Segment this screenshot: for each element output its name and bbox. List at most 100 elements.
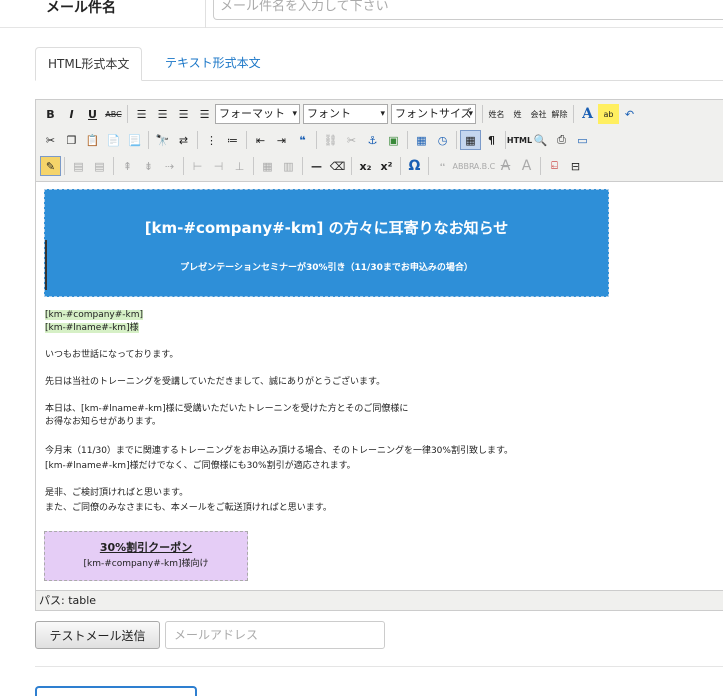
unlink-icon[interactable]: ✂ bbox=[341, 130, 362, 150]
test-email-address-input[interactable] bbox=[165, 621, 385, 649]
insert-lastname-tag-button[interactable]: 姓 bbox=[507, 104, 528, 124]
link-icon[interactable]: ⛓ bbox=[320, 130, 341, 150]
insert-row-before-icon[interactable]: ⇞ bbox=[117, 156, 138, 176]
visual-aid-icon[interactable]: ▦ bbox=[460, 130, 481, 150]
toolbar-separator bbox=[456, 131, 457, 149]
del-icon[interactable]: A bbox=[495, 156, 516, 176]
remove-format-icon[interactable]: ⌫ bbox=[327, 156, 348, 176]
paragraph-2-line-1: 今月末（11/30）までに関連するトレーニングをお申込み頂ける場合、そのトレーニ… bbox=[45, 446, 514, 456]
insert-company-tag-button[interactable]: 会社 bbox=[528, 104, 549, 124]
edit-mode-icon[interactable]: ✎ bbox=[40, 156, 61, 176]
insert-col-before-icon[interactable]: ⊢ bbox=[187, 156, 208, 176]
primary-action-button[interactable] bbox=[35, 686, 197, 696]
coupon-box: 30%割引クーポン [km-#company#-km]様向け bbox=[44, 531, 248, 581]
toolbar-separator bbox=[400, 157, 401, 175]
delete-col-icon[interactable]: ⊥ bbox=[229, 156, 250, 176]
split-cells-icon[interactable]: ▦ bbox=[257, 156, 278, 176]
editor-content-area[interactable]: [km-#company#-km] の方々に耳寄りなお知らせ プレゼンテーション… bbox=[36, 181, 723, 590]
banner-title: [km-#company#-km] の方々に耳寄りなお知らせ bbox=[144, 219, 509, 237]
align-center-icon[interactable]: ☰ bbox=[152, 104, 173, 124]
toolbar-separator bbox=[316, 131, 317, 149]
fullscreen-icon[interactable]: ▭ bbox=[572, 130, 593, 150]
toolbar-row-1: B I U ABC ☰ ☰ ☰ ☰ フォーマット フォント フォントサイズ 姓名… bbox=[40, 103, 640, 125]
merge-cells-icon[interactable]: ▥ bbox=[278, 156, 299, 176]
tab-html-body[interactable]: HTML形式本文 bbox=[35, 47, 143, 81]
toolbar-separator bbox=[246, 131, 247, 149]
paste-word-icon[interactable]: 📃 bbox=[124, 130, 145, 150]
align-justify-icon[interactable]: ☰ bbox=[194, 104, 215, 124]
toolbar-separator bbox=[197, 131, 198, 149]
subject-input[interactable] bbox=[213, 0, 723, 20]
italic-button[interactable]: I bbox=[61, 104, 82, 124]
toolbar-separator bbox=[253, 157, 254, 175]
superscript-button[interactable]: x² bbox=[376, 156, 397, 176]
align-left-icon[interactable]: ☰ bbox=[131, 104, 152, 124]
font-color-button[interactable]: A bbox=[577, 104, 598, 124]
insert-date-icon[interactable]: ▦ bbox=[411, 130, 432, 150]
copy-icon[interactable]: ❐ bbox=[61, 130, 82, 150]
cell-props-icon[interactable]: ▤ bbox=[89, 156, 110, 176]
subject-divider bbox=[205, 0, 206, 28]
bold-button[interactable]: B bbox=[40, 104, 61, 124]
underline-button[interactable]: U bbox=[82, 104, 103, 124]
horizontal-rule-icon[interactable]: — bbox=[306, 156, 327, 176]
cite-icon[interactable]: ❛❛ bbox=[432, 156, 453, 176]
delete-row-icon[interactable]: ⇢ bbox=[159, 156, 180, 176]
blockquote-icon[interactable]: ❝ bbox=[292, 130, 313, 150]
bullet-list-icon[interactable]: ⋮ bbox=[201, 130, 222, 150]
html-source-button[interactable]: HTML bbox=[507, 130, 532, 150]
paste-icon[interactable]: 📋 bbox=[82, 130, 103, 150]
cut-icon[interactable]: ✂ bbox=[40, 130, 61, 150]
table-props-icon[interactable]: ▤ bbox=[68, 156, 89, 176]
subject-row: メール件名 bbox=[0, 0, 723, 28]
acronym-icon[interactable]: A.B.C bbox=[474, 156, 496, 176]
strikethrough-button[interactable]: ABC bbox=[103, 104, 124, 124]
insert-col-after-icon[interactable]: ⊣ bbox=[208, 156, 229, 176]
format-select[interactable]: フォーマット bbox=[215, 104, 300, 124]
anchor-icon[interactable]: ⚓ bbox=[362, 130, 383, 150]
toolbar-separator bbox=[302, 157, 303, 175]
indent-icon[interactable]: ⇥ bbox=[271, 130, 292, 150]
page-break-icon[interactable]: ⊟ bbox=[565, 156, 586, 176]
preview-icon[interactable]: 🔍 bbox=[530, 130, 551, 150]
insert-unsubscribe-tag-button[interactable]: 解除 bbox=[549, 104, 570, 124]
send-test-email-button[interactable]: テストメール送信 bbox=[35, 621, 160, 649]
insert-time-icon[interactable]: ◷ bbox=[432, 130, 453, 150]
insert-row-after-icon[interactable]: ⇟ bbox=[138, 156, 159, 176]
toolbar-separator bbox=[148, 131, 149, 149]
rich-text-editor: B I U ABC ☰ ☰ ☰ ☰ フォーマット フォント フォントサイズ 姓名… bbox=[35, 99, 723, 611]
numbered-list-icon[interactable]: ≔ bbox=[222, 130, 243, 150]
outdent-icon[interactable]: ⇤ bbox=[250, 130, 271, 150]
paste-text-icon[interactable]: 📄 bbox=[103, 130, 124, 150]
toolbar-row-2: ✂ ❐ 📋 📄 📃 🔭 ⇄ ⋮ ≔ ⇤ ⇥ ❝ ⛓ ✂ ⚓ ▣ ▦ ◷ ▦ ¶ … bbox=[40, 129, 593, 151]
special-char-button[interactable]: Ω bbox=[404, 156, 425, 176]
subject-label: メール件名 bbox=[46, 0, 116, 16]
find-icon[interactable]: 🔭 bbox=[152, 130, 173, 150]
body-format-tabs: HTML形式本文 テキスト形式本文 bbox=[35, 47, 723, 81]
replace-icon[interactable]: ⇄ bbox=[173, 130, 194, 150]
subscript-button[interactable]: x₂ bbox=[355, 156, 376, 176]
name-merge-tag: [km-#lname#-km]様 bbox=[45, 323, 139, 333]
abbr-icon[interactable]: ABBR bbox=[453, 156, 475, 176]
coupon-subtitle: [km-#company#-km]様向け bbox=[83, 559, 209, 569]
tab-text-body[interactable]: テキスト形式本文 bbox=[153, 47, 273, 81]
image-icon[interactable]: ▣ bbox=[383, 130, 404, 150]
paragraph-2-line-2: [km-#lname#-km]様だけでなく、ご同僚様にも30%割引が適応されます… bbox=[45, 461, 356, 471]
align-right-icon[interactable]: ☰ bbox=[173, 104, 194, 124]
toolbar-separator bbox=[482, 105, 483, 123]
toolbar-separator bbox=[183, 157, 184, 175]
ins-icon[interactable]: A bbox=[516, 156, 537, 176]
undo-icon[interactable]: ↶ bbox=[619, 104, 640, 124]
recipient-block: [km-#company#-km] bbox=[45, 309, 144, 322]
paragraph-3-line-1: 是非、ご検討頂ければと思います。 bbox=[45, 488, 189, 498]
font-select[interactable]: フォント bbox=[303, 104, 388, 124]
print-icon[interactable]: ⎙ bbox=[551, 130, 572, 150]
insert-fullname-tag-button[interactable]: 姓名 bbox=[486, 104, 507, 124]
pilcrow-icon[interactable]: ¶ bbox=[481, 130, 502, 150]
paragraph-1-line-2: お得なお知らせがあります。 bbox=[45, 417, 161, 427]
highlight-color-button[interactable]: ab bbox=[598, 104, 619, 124]
font-size-select[interactable]: フォントサイズ bbox=[391, 104, 476, 124]
toolbar-row-3: ✎ ▤ ▤ ⇞ ⇟ ⇢ ⊢ ⊣ ⊥ ▦ ▥ — ⌫ x₂ x² Ω ❛❛ ABB… bbox=[40, 155, 586, 177]
nonbreaking-icon[interactable]: ⍇ bbox=[544, 156, 565, 176]
banner-subtitle: プレゼンテーションセミナーが30%引き（11/30までお申込みの場合） bbox=[180, 263, 473, 273]
